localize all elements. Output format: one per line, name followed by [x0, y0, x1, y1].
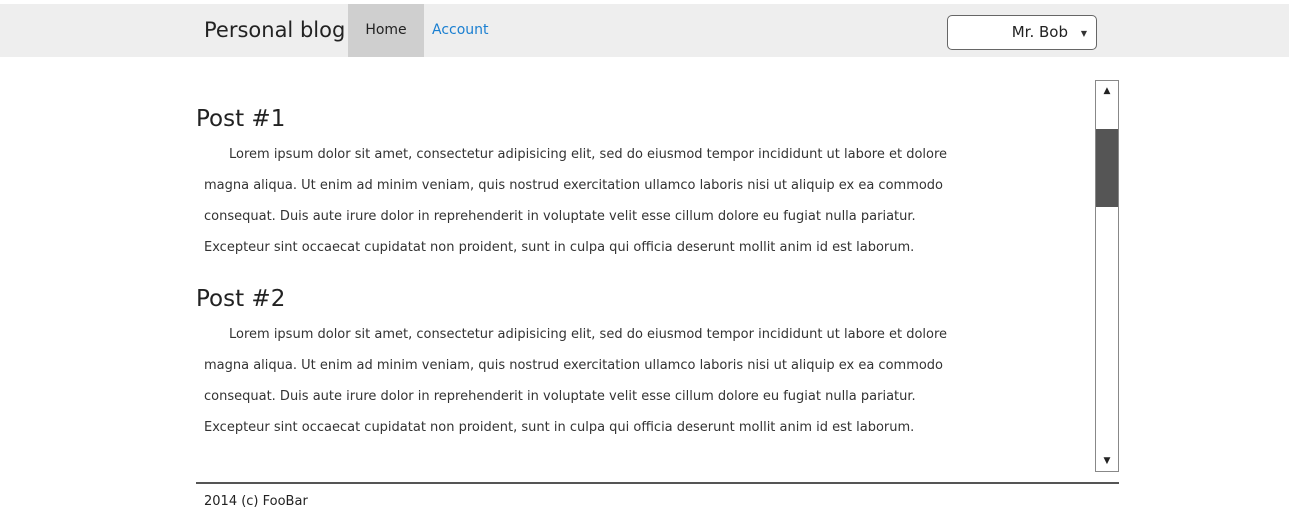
post-body: Lorem ipsum dolor sit amet, consectetur …: [196, 139, 1091, 263]
post-title: Post #2: [196, 286, 286, 312]
chevron-down-icon: ▼: [1080, 29, 1087, 38]
arrow-down-icon[interactable]: ▼: [1096, 451, 1118, 471]
post-line: consequat. Duis aute irure dolor in repr…: [204, 389, 916, 404]
user-menu-label: Mr. Bob: [1011, 23, 1068, 41]
user-menu-dropdown[interactable]: Mr. Bob ▼: [947, 15, 1097, 50]
post-line: Lorem ipsum dolor sit amet, consectetur …: [229, 327, 948, 342]
site-brand: Personal blog: [204, 18, 346, 42]
arrow-up-icon[interactable]: ▲: [1096, 81, 1118, 101]
post-2: Post #2 Lorem ipsum dolor sit amet, cons…: [196, 285, 1091, 443]
post-1: Post #1 Lorem ipsum dolor sit amet, cons…: [196, 105, 1091, 263]
post-line: magna aliqua. Ut enim ad minim veniam, q…: [204, 178, 944, 193]
post-line: Lorem ipsum dolor sit amet, consectetur …: [229, 147, 948, 162]
vertical-scrollbar[interactable]: ▲ ▼: [1095, 80, 1119, 472]
top-navbar: Personal blog Home Account Mr. Bob ▼: [0, 4, 1289, 57]
nav-home-link[interactable]: Home: [348, 4, 424, 57]
post-line: Excepteur sint occaecat cupidatat non pr…: [204, 240, 915, 255]
nav-account-link[interactable]: Account: [432, 4, 489, 57]
footer-copyright: 2014 (c) FooBar: [204, 494, 308, 509]
post-line: consequat. Duis aute irure dolor in repr…: [204, 209, 916, 224]
post-body: Lorem ipsum dolor sit amet, consectetur …: [196, 319, 1091, 443]
post-line: Excepteur sint occaecat cupidatat non pr…: [204, 420, 915, 435]
post-title: Post #1: [196, 106, 286, 132]
footer-divider: [196, 482, 1119, 484]
posts-container: Post #1 Lorem ipsum dolor sit amet, cons…: [196, 80, 1091, 472]
scroll-track[interactable]: [1096, 101, 1118, 451]
scroll-thumb[interactable]: [1096, 129, 1118, 207]
post-line: magna aliqua. Ut enim ad minim veniam, q…: [204, 358, 944, 373]
